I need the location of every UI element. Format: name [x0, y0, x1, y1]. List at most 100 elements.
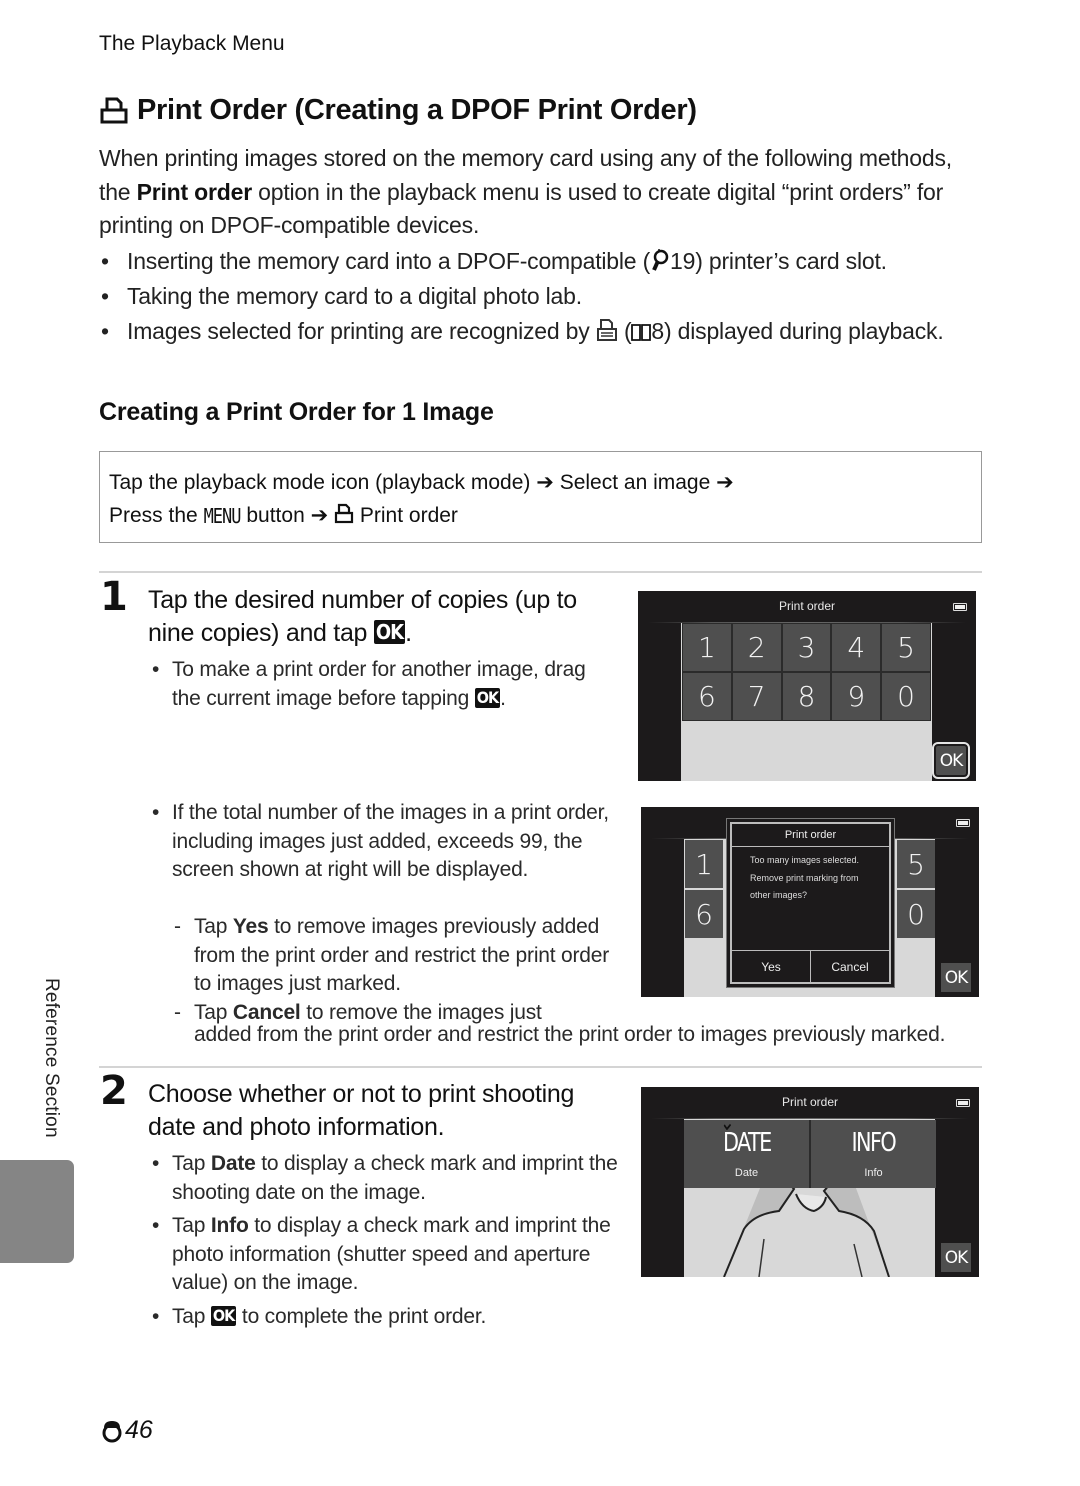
- step2-notes: Tap Date to display a check mark and imp…: [150, 1150, 620, 1331]
- date-caption: Date: [734, 1167, 759, 1179]
- intro-bold: Print order: [136, 178, 253, 205]
- note-text: To make a print order for another image,…: [172, 658, 586, 710]
- method-list: Inserting the memory card into a DPOF-co…: [99, 245, 979, 350]
- nav-line-1: Tap the playback mode icon (playback mod…: [109, 466, 972, 499]
- nav-text: Select an image: [559, 471, 711, 494]
- print-order-icon: [334, 503, 354, 524]
- info-toggle[interactable]: INFO Info: [811, 1120, 936, 1188]
- navigation-box: Tap the playback mode icon (playback mod…: [99, 451, 982, 543]
- key-1[interactable]: 1: [683, 624, 731, 671]
- print-mark-icon: [596, 319, 617, 341]
- camera-screen-keypad: Print order 1 2 3 4 5 6 7 8 9 0 OK: [638, 591, 976, 781]
- screen-title: Print order: [778, 599, 836, 613]
- yes-button[interactable]: Yes: [732, 951, 810, 982]
- nav-text: button: [246, 504, 305, 527]
- step-number: 2: [100, 1068, 128, 1114]
- step1-sub-list: Tap Yes to remove images previously adde…: [172, 913, 622, 1027]
- step-title-text: Tap the desired number of copies (up to …: [148, 586, 577, 647]
- camera-screen-dialog: 1 6 5 0 OK Print order Too many images s…: [641, 807, 979, 997]
- battery-icon: [956, 819, 970, 827]
- confirm-dialog: Print order Too many images selected. Re…: [730, 822, 891, 984]
- page-ref[interactable]: 8: [651, 318, 664, 344]
- nav-line-2: Press the MENU button ➔ Print order: [109, 499, 972, 534]
- nav-text: Press the: [109, 504, 198, 527]
- key-1[interactable]: 1: [685, 840, 723, 888]
- key-6[interactable]: 6: [683, 673, 731, 720]
- page-title: Print Order (Creating a DPOF Print Order…: [99, 94, 697, 127]
- menu-button-glyph: MENU: [203, 504, 242, 529]
- list-item: If the total number of the images in a p…: [150, 799, 620, 885]
- print-order-icon: [100, 97, 128, 123]
- check-mark-icon: [723, 1124, 731, 1130]
- divider: [99, 1066, 982, 1068]
- divider: [99, 571, 982, 573]
- screen-title: Print order: [781, 1095, 839, 1109]
- camera-screen-date-info: Print order DATE Date INFO Info OK: [641, 1087, 979, 1277]
- page-title-text: Print Order (Creating a DPOF Print Order…: [137, 94, 697, 126]
- dialog-message-line: Remove print marking from: [750, 872, 859, 883]
- note-text: Tap: [194, 915, 233, 938]
- dialog-message: Too many images selected. Remove print m…: [732, 847, 889, 905]
- key-2[interactable]: 2: [732, 624, 781, 671]
- step1-notes: To make a print order for another image,…: [150, 656, 610, 713]
- step-number: 1: [100, 574, 128, 620]
- technical-notes-icon: [652, 249, 669, 271]
- note-continuation: added from the print order and restrict …: [194, 1023, 946, 1046]
- list-item: Taking the memory card to a digital phot…: [99, 280, 979, 312]
- arrow-icon: ➔: [716, 471, 734, 494]
- key-5[interactable]: 5: [897, 840, 935, 888]
- key-5[interactable]: 5: [882, 624, 930, 671]
- info-caption: Info: [864, 1167, 883, 1179]
- note-bold: Info: [210, 1214, 249, 1237]
- section-tab[interactable]: [0, 1160, 74, 1263]
- nav-text: Print order: [359, 504, 458, 527]
- note-bold: Yes: [232, 915, 269, 938]
- bullet-text: ) displayed during playback.: [664, 318, 944, 344]
- page-number-text: 46: [125, 1416, 153, 1444]
- arrow-icon: ➔: [536, 471, 554, 494]
- key-3[interactable]: 3: [782, 624, 831, 671]
- page-ref[interactable]: 19: [670, 248, 695, 274]
- battery-icon: [953, 603, 967, 611]
- dialog-message-line: other images?: [750, 890, 808, 900]
- ok-button[interactable]: OK: [941, 963, 971, 992]
- section-tab-label: Reference Section: [41, 978, 62, 1138]
- list-item: Tap Yes to remove images previously adde…: [172, 913, 622, 999]
- reference-section-icon: [102, 1420, 122, 1442]
- bullet-text: Inserting the memory card into a DPOF-co…: [127, 248, 651, 274]
- date-option-label: DATE: [723, 1124, 772, 1158]
- step-title: Tap the desired number of copies (up to …: [148, 586, 577, 647]
- imprint-options: DATE Date INFO Info: [684, 1120, 936, 1188]
- intro-paragraph: When printing images stored on the memor…: [99, 142, 979, 243]
- list-item: Tap OK to complete the print order.: [150, 1303, 620, 1332]
- number-keypad: 1 2 3 4 5 6 7 8 9 0: [682, 623, 931, 721]
- key-7[interactable]: 7: [732, 673, 781, 720]
- page-number: 46: [99, 1416, 153, 1445]
- key-9[interactable]: 9: [832, 673, 881, 720]
- note-text: Tap: [172, 1152, 211, 1175]
- battery-icon: [956, 1099, 970, 1107]
- key-4[interactable]: 4: [832, 624, 881, 671]
- running-head: The Playback Menu: [99, 32, 285, 55]
- arrow-icon: ➔: [310, 504, 329, 527]
- list-item: Tap Info to display a check mark and imp…: [150, 1212, 620, 1298]
- ok-button-glyph: OK: [474, 687, 501, 708]
- bullet-text: (: [617, 318, 632, 344]
- note-text: to complete the print order.: [236, 1304, 487, 1328]
- ok-button-glyph: OK: [210, 1305, 237, 1326]
- key-6[interactable]: 6: [685, 890, 723, 938]
- ok-button[interactable]: OK: [941, 1243, 971, 1272]
- list-item: Inserting the memory card into a DPOF-co…: [99, 245, 979, 277]
- cancel-button[interactable]: Cancel: [810, 951, 889, 982]
- date-toggle[interactable]: DATE Date: [684, 1120, 809, 1188]
- dialog-title: Print order: [732, 824, 889, 847]
- key-8[interactable]: 8: [782, 673, 831, 720]
- key-0[interactable]: 0: [882, 673, 930, 720]
- note-text: Tap: [172, 1304, 211, 1328]
- ok-button[interactable]: OK: [932, 742, 970, 779]
- book-icon: [631, 324, 652, 341]
- list-item: Images selected for printing are recogni…: [99, 315, 979, 347]
- key-0[interactable]: 0: [897, 890, 935, 938]
- step-title: Choose whether or not to print shooting …: [148, 1080, 575, 1141]
- step1-notes-2: If the total number of the images in a p…: [150, 799, 620, 885]
